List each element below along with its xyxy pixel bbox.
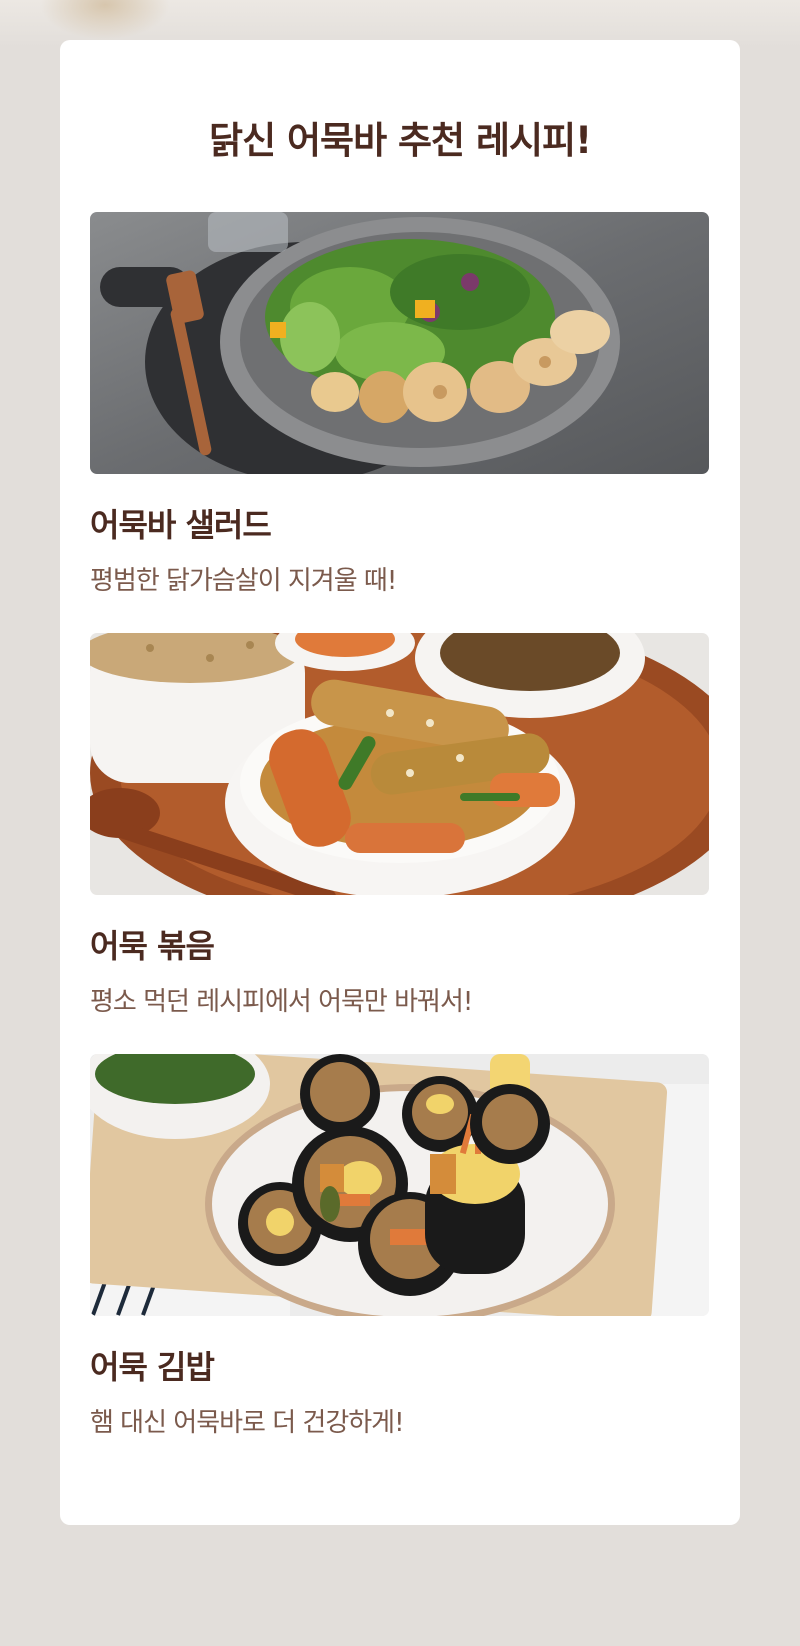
recipe-name: 어묵 김밥 [90,1348,215,1386]
recipe-description: 평범한 닭가슴살이 지겨울 때! [90,566,397,596]
recipe-card: 닭신 어묵바 추천 레시피! 어묵바 샐러드 평범한 닭가슴살이 지겨울 때! … [60,40,740,1525]
stir-fry-photo [90,633,709,895]
recipe-name: 어묵바 샐러드 [90,506,272,544]
recipe-item-gimbap: 어묵 김밥 햄 대신 어묵바로 더 건강하게! [90,1054,709,1439]
gimbap-photo [90,1054,709,1316]
recipe-item-stir-fry: 어묵 볶음 평소 먹던 레시피에서 어묵만 바꿔서! [90,633,709,1018]
page-title: 닭신 어묵바 추천 레시피! [209,119,592,162]
recipe-name: 어묵 볶음 [90,927,215,965]
recipe-description: 햄 대신 어묵바로 더 건강하게! [90,1408,405,1438]
recipe-description: 평소 먹던 레시피에서 어묵만 바꿔서! [90,987,473,1017]
salad-photo [90,212,709,474]
recipe-item-salad: 어묵바 샐러드 평범한 닭가슴살이 지겨울 때! [90,212,709,597]
